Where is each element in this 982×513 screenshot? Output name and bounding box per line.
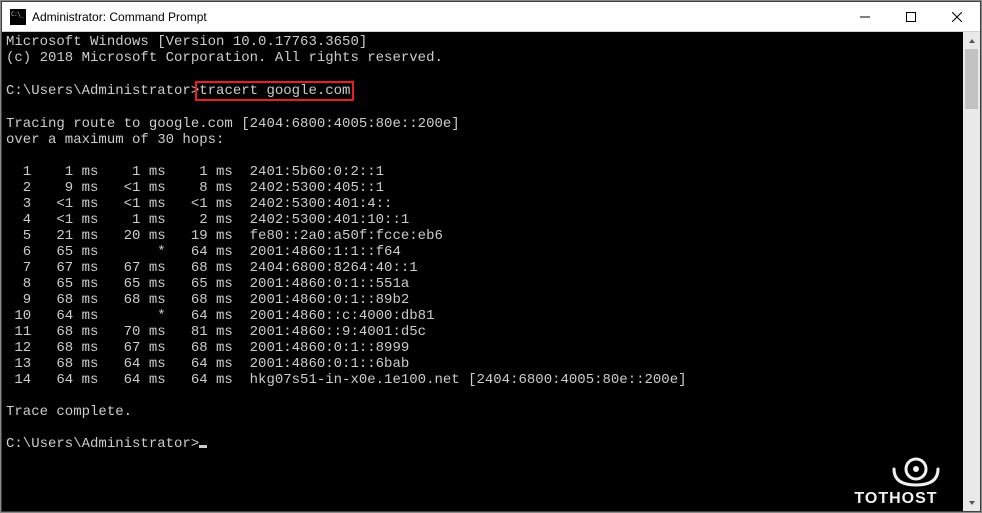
prompt-1-prefix: C:\Users\Administrator> <box>6 83 199 99</box>
scrollbar-thumb[interactable] <box>965 49 978 109</box>
terminal-output[interactable]: Microsoft Windows [Version 10.0.17763.36… <box>2 32 963 511</box>
titlebar[interactable]: Administrator: Command Prompt <box>2 2 980 32</box>
scroll-up-button[interactable] <box>963 32 980 49</box>
cursor <box>199 445 207 448</box>
prompt-1-command: tracert google.com <box>199 83 350 99</box>
close-button[interactable] <box>934 2 980 31</box>
hop-list: 1 1 ms 1 ms 1 ms 2401:5b60:0:2::1 2 9 ms… <box>6 164 687 388</box>
svg-text:TOTHOST: TOTHOST <box>854 490 937 507</box>
scroll-down-button[interactable] <box>963 494 980 511</box>
window-controls <box>842 2 980 31</box>
trace-header-2: over a maximum of 30 hops: <box>6 132 224 148</box>
trace-footer: Trace complete. <box>6 404 132 420</box>
maximize-button[interactable] <box>888 2 934 31</box>
header-line-2: (c) 2018 Microsoft Corporation. All righ… <box>6 50 443 66</box>
vertical-scrollbar[interactable] <box>963 32 980 511</box>
command-highlight: tracert google.com <box>195 81 354 101</box>
trace-header-1: Tracing route to google.com [2404:6800:4… <box>6 116 460 132</box>
tothost-logo: TOTHOST <box>836 451 956 507</box>
window-title: Administrator: Command Prompt <box>32 10 207 24</box>
minimize-button[interactable] <box>842 2 888 31</box>
prompt-2-prefix: C:\Users\Administrator> <box>6 436 199 452</box>
command-prompt-window: Administrator: Command Prompt Microsoft … <box>1 1 981 512</box>
header-line-1: Microsoft Windows [Version 10.0.17763.36… <box>6 34 367 50</box>
scrollbar-track[interactable] <box>963 49 980 494</box>
cmd-icon <box>10 9 26 25</box>
terminal-client-area: Microsoft Windows [Version 10.0.17763.36… <box>2 32 980 511</box>
